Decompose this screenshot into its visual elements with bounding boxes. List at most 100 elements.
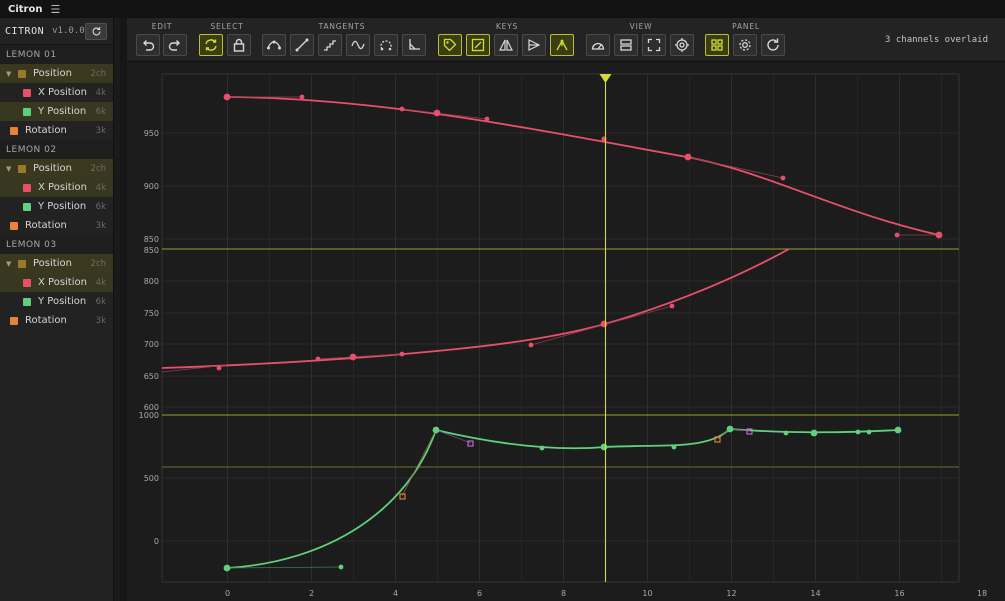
select-lock-button[interactable] [227,34,251,56]
playhead-marker[interactable] [599,74,612,83]
view-fit-button[interactable] [642,34,666,56]
tangent-point[interactable] [528,342,534,348]
rotation-row[interactable]: Rotation 3k [0,121,113,140]
position-row[interactable]: ▼ Position 2ch [0,64,113,83]
version-label: v1.0.0 [52,26,85,36]
keyframe[interactable] [433,109,441,117]
tangent-flat-button[interactable] [402,34,426,56]
view-speed-button[interactable] [586,34,610,56]
keyframe[interactable] [684,153,692,161]
tangent-point[interactable] [216,365,222,371]
group-header[interactable]: LEMON 03 [0,235,113,254]
panel-reload-button[interactable] [761,34,785,56]
tangent-point[interactable] [338,564,344,570]
panel-grid-button[interactable] [705,34,729,56]
keyframe[interactable] [600,320,608,328]
reload-icon [767,38,779,51]
keys-tag-button[interactable] [438,34,462,56]
tangent-point[interactable] [399,351,405,357]
keyframe[interactable] [810,429,818,437]
y-position-curve[interactable] [226,428,899,569]
group-header[interactable]: LEMON 02 [0,140,113,159]
tangent-handle [401,429,437,497]
tangent-break-button[interactable] [374,34,398,56]
x-tick-label: 10 [642,589,652,598]
select-cycle-button[interactable] [199,34,223,56]
tangent-point[interactable] [783,430,789,436]
redo-button[interactable] [163,34,187,56]
tangent-point[interactable] [866,429,872,435]
keyframe[interactable] [935,231,943,239]
x-position-curve[interactable] [161,248,790,369]
tangent-point[interactable] [780,175,786,181]
rotation-row[interactable]: Rotation 3k [0,311,113,330]
rotation-row[interactable]: Rotation 3k [0,216,113,235]
tangent-point[interactable] [399,106,405,112]
caret-down-icon[interactable]: ▼ [6,165,18,173]
x-position-row[interactable]: X Position 4k [0,273,113,292]
tangent-point[interactable] [669,303,675,309]
keyframe[interactable] [349,353,357,361]
keys-flip-button[interactable] [522,34,546,56]
tangent-linear-button[interactable] [290,34,314,56]
curve-lane-3[interactable] [223,425,902,572]
y-tick-label: 950 [144,129,159,138]
caret-down-icon[interactable]: ▼ [6,70,18,78]
section-label-tangents: TANGENTS [318,22,366,31]
refresh-button[interactable] [85,22,107,40]
tangent-point[interactable] [671,444,677,450]
y-tick-label: 700 [144,340,159,349]
y-tick-label: 0 [154,537,159,546]
section-label-panel: PANEL [732,22,760,31]
panel-settings-button[interactable] [733,34,757,56]
tangent-point[interactable] [299,94,305,100]
refresh-icon [92,26,100,35]
view-focus-button[interactable] [670,34,694,56]
tangent-step-button[interactable] [318,34,342,56]
keyframe[interactable] [726,425,734,433]
x-position-row[interactable]: X Position 4k [0,83,113,102]
caret-down-icon[interactable]: ▼ [6,260,18,268]
y-position-row[interactable]: Y Position 6k [0,292,113,311]
tangent-point[interactable] [539,445,545,451]
group-header[interactable]: LEMON 01 [0,45,113,64]
curve-canvas[interactable]: 950 900 850 850 800 750 700 650 6 0 0 1000… [127,62,1005,601]
position-row[interactable]: ▼ Position 2ch [0,159,113,178]
keyframe[interactable] [223,93,231,101]
y-position-row[interactable]: Y Position 6k [0,102,113,121]
tangent-smooth-button[interactable] [346,34,370,56]
position-row[interactable]: ▼ Position 2ch [0,254,113,273]
tangent-point[interactable] [855,429,861,435]
y-position-label: Y Position [38,106,87,117]
keys-frame-button[interactable] [466,34,490,56]
x-swatch [23,183,31,192]
curve-lane-2[interactable] [161,248,790,373]
keys-merge-button[interactable] [550,34,574,56]
tangent-point[interactable] [315,356,321,362]
x-swatch [23,278,31,287]
x-position-row[interactable]: X Position 4k [0,178,113,197]
tangent-point[interactable] [894,232,900,238]
x-tick-label: 0 [225,589,230,598]
keyframe[interactable] [432,426,440,434]
tangent-auto-button[interactable] [262,34,286,56]
curve-lane-1[interactable] [223,93,943,239]
playhead[interactable] [599,74,612,582]
hamburger-menu-icon[interactable]: ☰ [50,4,60,15]
key-count: 4k [95,87,106,98]
keyframe[interactable] [223,564,231,572]
tangent-point[interactable] [484,116,490,122]
expand-icon [647,38,661,52]
stack-icon [620,39,632,51]
keyframe[interactable] [600,443,608,451]
y-tick-label: 800 [144,277,159,286]
view-stack-button[interactable] [614,34,638,56]
undo-button[interactable] [136,34,160,56]
y-position-row[interactable]: Y Position 6k [0,197,113,216]
panel-divider[interactable] [120,18,127,601]
keys-mirror-button[interactable] [494,34,518,56]
keyframe[interactable] [894,426,902,434]
x-position-curve[interactable] [226,96,940,236]
position-swatch [18,164,26,173]
curve-editor[interactable]: 950 900 850 850 800 750 700 650 6 0 0 1000… [127,62,1005,601]
